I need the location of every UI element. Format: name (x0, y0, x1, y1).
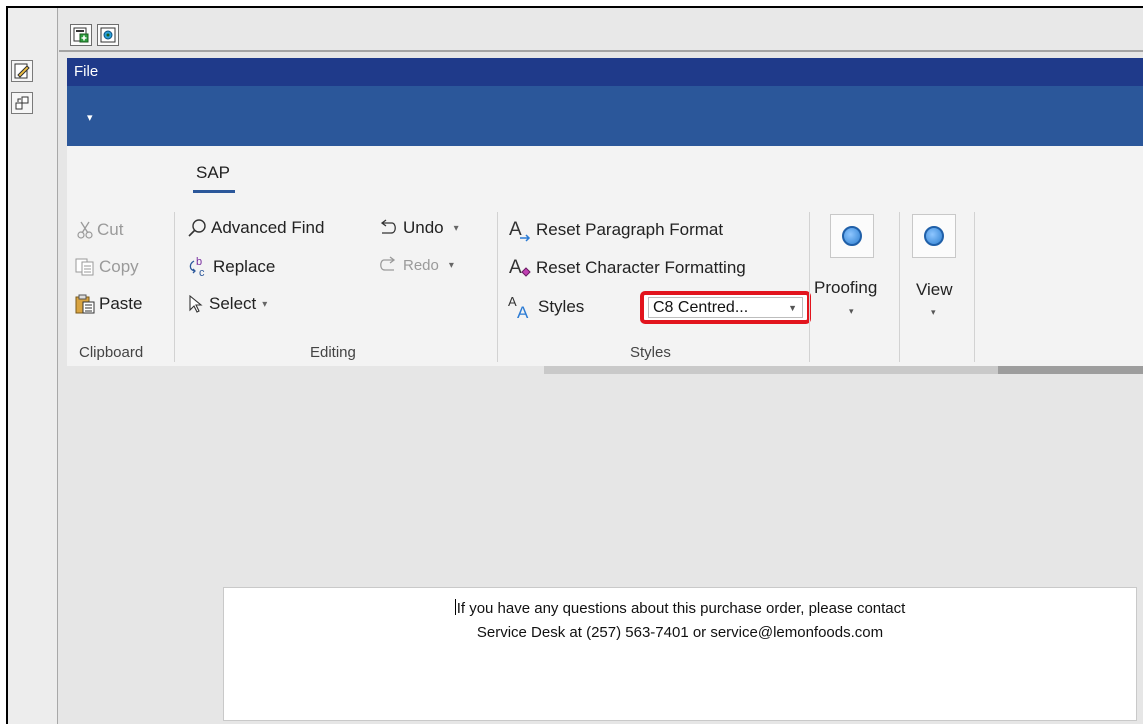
switch-icon (15, 96, 29, 110)
document-line-2[interactable]: Service Desk at (257) 563-7401 or servic… (224, 621, 1136, 645)
reset-paragraph-format-button[interactable]: A Reset Paragraph Format (508, 218, 723, 242)
styles-group-label: Styles (630, 344, 671, 361)
redo-button[interactable]: Redo ▾ (377, 256, 454, 274)
file-menu[interactable]: File (74, 63, 98, 80)
document-line-1[interactable]: If you have any questions about this pur… (224, 597, 1136, 621)
editing-group-label: Editing (310, 344, 356, 361)
top-toolbar (59, 8, 1143, 52)
tab-sap[interactable]: SAP (196, 163, 230, 183)
undo-label: Undo (403, 218, 444, 237)
ribbon: SAP Cut Copy Paste Clipboard Advanced Fi… (67, 146, 1143, 366)
redo-icon (377, 256, 399, 274)
cut-button[interactable]: Cut (77, 220, 123, 240)
reset-paragraph-icon: A (508, 218, 532, 242)
active-tab-indicator (193, 190, 235, 193)
edit-pencil-button[interactable] (11, 60, 33, 82)
toggle-display-button[interactable] (11, 92, 33, 114)
quick-access-toolbar: ▾ (67, 86, 1143, 146)
paste-button[interactable]: Paste (75, 294, 142, 314)
cursor-arrow-icon (187, 294, 205, 314)
search-icon (187, 218, 207, 238)
copy-button[interactable]: Copy (75, 257, 139, 277)
view-label[interactable]: View (916, 280, 953, 300)
paste-label: Paste (99, 294, 143, 313)
preview-button[interactable] (97, 24, 119, 46)
copy-label: Copy (99, 257, 139, 276)
chevron-down-icon[interactable]: ▼ (788, 303, 797, 313)
left-toolbar (8, 8, 58, 724)
svg-text:A: A (508, 294, 517, 309)
file-menu-bar: File (67, 58, 1143, 86)
style-name-field[interactable]: C8 Centred... (648, 297, 803, 318)
group-separator (974, 212, 975, 362)
eraser-icon: A (508, 256, 532, 280)
svg-text:A: A (517, 303, 529, 320)
style-name-dropdown[interactable]: C8 Centred... ▼ (640, 291, 811, 324)
styles-label: Styles (538, 297, 585, 316)
scroll-indicator (998, 366, 1143, 374)
replace-button[interactable]: b c Replace (187, 256, 275, 278)
customize-quick-access-icon[interactable]: ▾ (87, 111, 93, 124)
reset-character-formatting-button[interactable]: A Reset Character Formatting (508, 256, 746, 280)
ribbon-shadow (544, 366, 1006, 374)
new-document-button[interactable] (70, 24, 92, 46)
chevron-down-icon[interactable]: ▾ (931, 307, 936, 318)
group-separator (809, 212, 810, 362)
proofing-label[interactable]: Proofing (814, 278, 877, 298)
text-cursor (454, 599, 456, 615)
redo-label: Redo (403, 256, 439, 274)
svg-text:A: A (509, 257, 522, 278)
styles-icon: A A (508, 294, 534, 320)
reset-paragraph-label: Reset Paragraph Format (536, 220, 724, 239)
clipboard-group-label: Clipboard (79, 344, 144, 361)
svg-text:A: A (509, 219, 522, 240)
reset-character-label: Reset Character Formatting (536, 258, 746, 277)
cut-label: Cut (97, 220, 124, 239)
proofing-button-icon[interactable] (830, 214, 874, 258)
view-button-icon[interactable] (912, 214, 956, 258)
globe-icon (100, 27, 116, 43)
view-icon (924, 226, 944, 246)
pencil-icon (14, 63, 30, 79)
styles-button[interactable]: A A Styles (508, 294, 584, 320)
group-separator (899, 212, 900, 362)
advanced-find-label: Advanced Find (211, 218, 325, 237)
document-page[interactable]: If you have any questions about this pur… (223, 587, 1137, 721)
advanced-find-button[interactable]: Advanced Find (187, 218, 324, 238)
group-separator (174, 212, 175, 362)
current-style-value: C8 Centred... (653, 298, 749, 316)
undo-button[interactable]: Undo ▾ (377, 218, 459, 238)
proofing-icon (842, 226, 862, 246)
select-button[interactable]: Select ▾ (187, 294, 267, 314)
document-add-icon (73, 27, 89, 43)
select-label: Select (209, 294, 257, 313)
replace-label: Replace (213, 257, 276, 276)
copy-icon (75, 258, 95, 276)
scissors-icon (77, 221, 93, 239)
replace-icon: b c (187, 256, 209, 278)
application-window: File ▾ SAP Cut Copy Paste Clipboard Adva… (6, 6, 1143, 724)
undo-dropdown-icon[interactable]: ▾ (454, 223, 459, 234)
chevron-down-icon[interactable]: ▾ (849, 306, 854, 317)
undo-icon (377, 219, 399, 237)
chevron-down-icon: ▾ (262, 298, 268, 310)
svg-text:c: c (199, 267, 205, 278)
redo-dropdown-icon[interactable]: ▾ (449, 260, 454, 271)
group-separator (497, 212, 498, 362)
paste-icon (75, 294, 95, 314)
